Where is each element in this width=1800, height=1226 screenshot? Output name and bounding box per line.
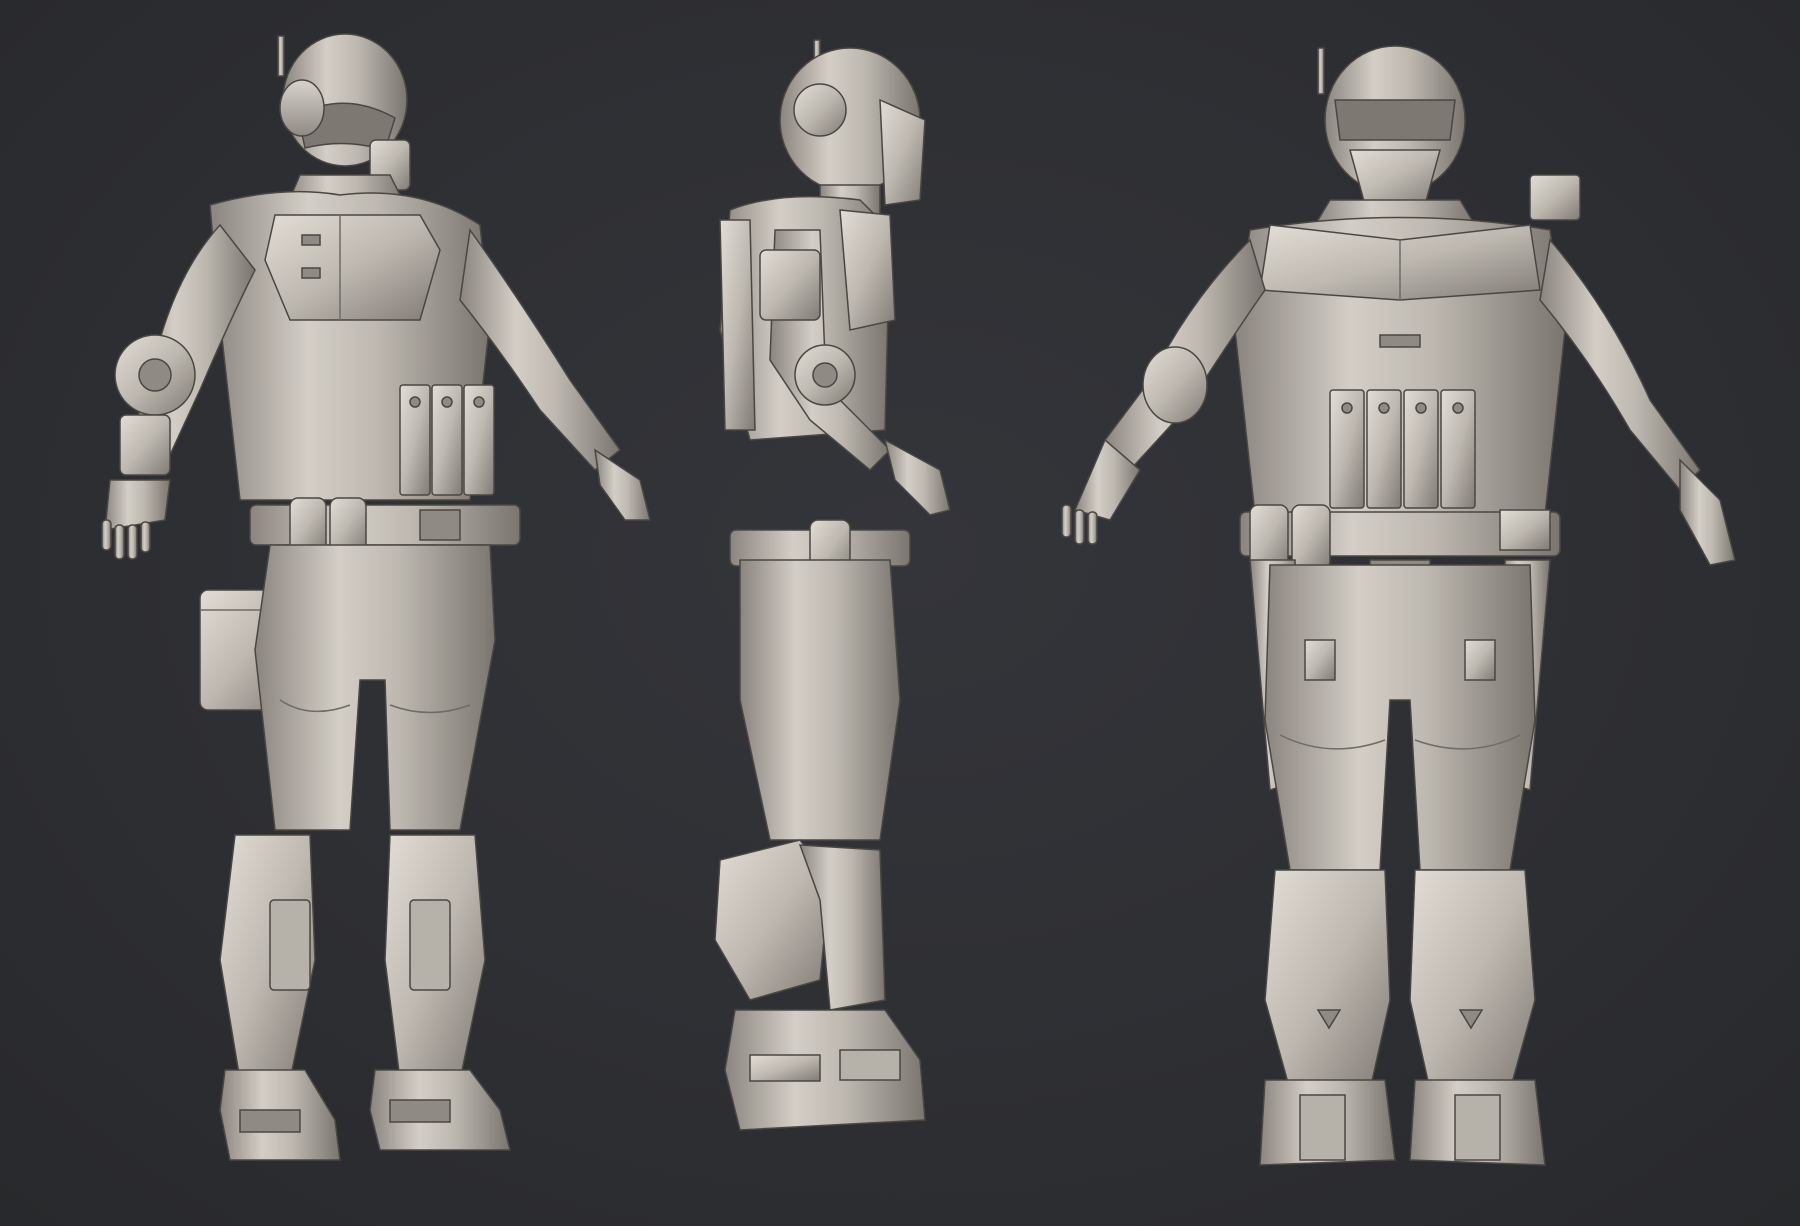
- character-view-three-quarter: [40, 0, 680, 1226]
- render-canvas: [0, 0, 1800, 1226]
- character-view-front: [1000, 0, 1780, 1226]
- character-figure-front: [1061, 45, 1736, 1166]
- character-figure-three-quarter: [101, 33, 651, 1161]
